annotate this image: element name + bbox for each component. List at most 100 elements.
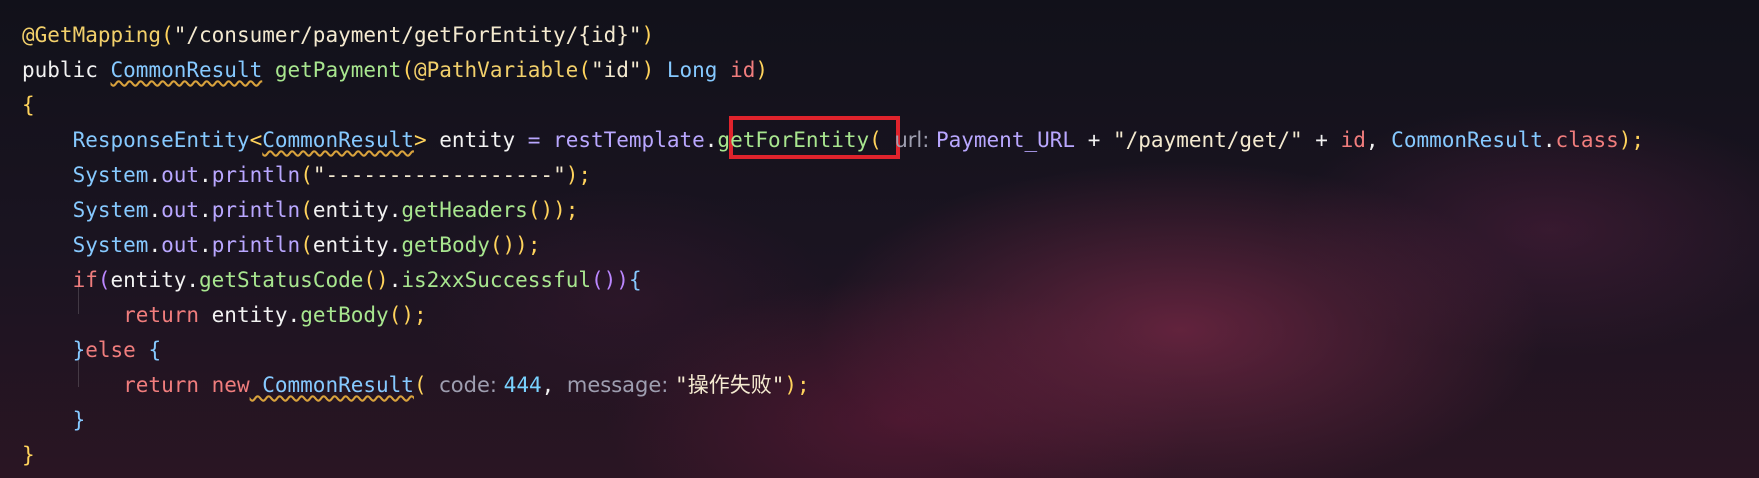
code-token: Payment_URL bbox=[935, 128, 1076, 152]
code-editor[interactable]: @GetMapping ( "/consumer/payment/getForEnt… bbox=[0, 0, 1759, 478]
code-token: println bbox=[211, 198, 301, 222]
code-token: println bbox=[211, 163, 301, 187]
code-token: CommonResult bbox=[1391, 128, 1543, 152]
code-token: class bbox=[1555, 128, 1619, 152]
code-token: () bbox=[363, 268, 389, 292]
code-token: 444 bbox=[503, 373, 542, 397]
code-token: . bbox=[388, 198, 402, 222]
code-line[interactable]: @GetMapping("/consumer/payment/getForEnt… bbox=[22, 18, 654, 53]
code-token: out bbox=[161, 163, 200, 187]
code-token: . bbox=[1542, 128, 1556, 152]
code-token: entity bbox=[439, 128, 516, 152]
code-line[interactable]: { bbox=[22, 88, 35, 123]
code-token: id bbox=[717, 58, 756, 82]
code-token: getForEntity bbox=[717, 128, 870, 152]
code-line[interactable]: ResponseEntity<CommonResult> entity = re… bbox=[22, 123, 1645, 158]
code-token: CommonResult bbox=[110, 58, 263, 82]
code-token: is2xxSuccessful bbox=[401, 268, 592, 292]
code-token: System bbox=[22, 233, 149, 257]
code-token: } bbox=[22, 443, 35, 467]
code-token: ) bbox=[755, 58, 769, 82]
code-token: , bbox=[541, 373, 567, 397]
code-token: return bbox=[22, 303, 200, 327]
code-token: ResponseEntity bbox=[22, 128, 250, 152]
code-token: ); bbox=[784, 373, 810, 397]
code-token: { bbox=[135, 338, 162, 362]
code-line[interactable]: } bbox=[22, 438, 35, 473]
code-token: , bbox=[1365, 128, 1392, 152]
code-token: entity bbox=[199, 303, 288, 327]
code-token: entity bbox=[312, 233, 389, 257]
code-token: ) bbox=[641, 23, 655, 47]
code-line[interactable]: public CommonResult getPayment(@PathVari… bbox=[22, 53, 768, 88]
code-token: ( bbox=[300, 233, 313, 257]
code-token: + bbox=[1302, 128, 1341, 152]
code-token: System bbox=[22, 198, 149, 222]
code-token: ( bbox=[97, 268, 111, 292]
code-token: ) bbox=[641, 58, 667, 82]
code-token: Long bbox=[666, 58, 718, 82]
code-token: "id" bbox=[591, 58, 642, 82]
code-line[interactable]: return new CommonResult( code: 444, mess… bbox=[22, 368, 810, 403]
code-token: "------------------" bbox=[312, 163, 566, 187]
code-token: > bbox=[413, 128, 440, 152]
code-token: ()); bbox=[489, 233, 541, 257]
code-token: out bbox=[161, 198, 200, 222]
code-token: . bbox=[388, 268, 402, 292]
code-token: . bbox=[199, 198, 212, 222]
code-token: ); bbox=[565, 163, 592, 187]
code-line[interactable]: System.out.println("------------------")… bbox=[22, 158, 591, 193]
code-token: getStatusCode bbox=[199, 268, 364, 292]
code-line[interactable]: }else { bbox=[22, 333, 162, 368]
code-token: public bbox=[22, 58, 111, 82]
code-line[interactable]: System.out.println(entity.getBody()); bbox=[22, 228, 541, 263]
code-token: getHeaders bbox=[401, 198, 528, 222]
code-token: CommonResult bbox=[249, 373, 414, 397]
code-token: @PathVariable bbox=[413, 58, 579, 82]
code-token: if bbox=[22, 268, 98, 292]
code-token: getBody bbox=[401, 233, 490, 257]
code-token: out bbox=[161, 233, 200, 257]
code-token: . bbox=[148, 163, 162, 187]
code-token: entity bbox=[110, 268, 187, 292]
code-line[interactable]: if(entity.getStatusCode().is2xxSuccessfu… bbox=[22, 263, 642, 298]
code-line[interactable]: } bbox=[22, 403, 86, 438]
code-line[interactable]: return entity.getBody(); bbox=[22, 298, 427, 333]
code-token: . bbox=[388, 233, 402, 257]
code-token: id bbox=[1340, 128, 1366, 152]
code-token: . bbox=[186, 268, 200, 292]
code-token: code: bbox=[439, 373, 504, 397]
code-token: . bbox=[148, 233, 162, 257]
code-token: ( bbox=[401, 58, 414, 82]
code-token: new bbox=[199, 373, 250, 397]
code-token: = bbox=[515, 128, 554, 152]
code-token: message: bbox=[566, 373, 676, 397]
code-token: . bbox=[199, 233, 212, 257]
code-token: ()) bbox=[591, 268, 629, 292]
code-token: println bbox=[211, 233, 301, 257]
code-token: . bbox=[287, 303, 301, 327]
code-token: + bbox=[1075, 128, 1113, 152]
code-token: ( bbox=[300, 163, 313, 187]
code-token: < bbox=[249, 128, 263, 152]
code-token: "操作失败" bbox=[675, 373, 785, 397]
code-token: "/consumer/payment/getForEntity/{id}" bbox=[173, 23, 642, 47]
code-token: ( bbox=[578, 58, 591, 82]
code-token: getBody bbox=[300, 303, 389, 327]
code-token: @GetMapping bbox=[22, 23, 162, 47]
code-line[interactable]: System.out.println(entity.getHeaders()); bbox=[22, 193, 579, 228]
code-token: { bbox=[22, 93, 35, 117]
code-token: ( bbox=[869, 128, 895, 152]
code-token: } bbox=[22, 408, 86, 432]
code-token: ( bbox=[413, 373, 440, 397]
code-token: getPayment bbox=[262, 58, 402, 82]
code-token: restTemplate bbox=[553, 128, 705, 152]
code-token: . bbox=[704, 128, 718, 152]
code-token: . bbox=[199, 163, 212, 187]
code-token: ( bbox=[300, 198, 313, 222]
code-token: else bbox=[85, 338, 136, 362]
code-token: CommonResult bbox=[262, 128, 414, 152]
code-token: return bbox=[22, 373, 200, 397]
code-token: System bbox=[22, 163, 149, 187]
code-token: url: bbox=[894, 128, 936, 152]
